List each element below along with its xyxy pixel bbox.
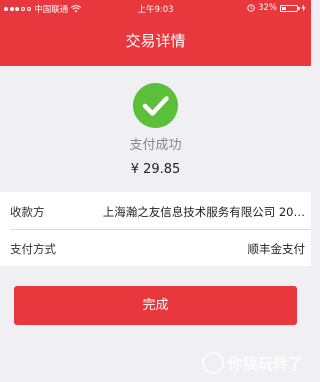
status-bar: 中国联通 上午9:03 32% xyxy=(0,0,311,16)
payment-amount: ¥ 29.85 xyxy=(130,162,181,177)
battery-percent: 32% xyxy=(258,3,277,13)
lightning-icon xyxy=(301,4,306,12)
status-bar-right: 32% xyxy=(247,3,306,13)
battery-icon xyxy=(280,4,300,12)
battery-level xyxy=(282,6,287,10)
transaction-details: 收款方 上海瀚之友信息技术服务有限公司 20… 支付方式 顺丰金支付 xyxy=(0,192,311,266)
payee-label: 收款方 xyxy=(10,205,45,219)
checkmark-icon xyxy=(133,83,178,128)
header-bar: 中国联通 上午9:03 32% 交易详情 xyxy=(0,0,311,66)
watermark: 你搞玩转了 xyxy=(201,352,303,374)
alarm-icon xyxy=(247,4,255,12)
detail-row-payee: 收款方 上海瀚之友信息技术服务有限公司 20… xyxy=(0,192,311,229)
watermark-logo-icon xyxy=(201,352,224,374)
detail-row-payment-method: 支付方式 顺丰金支付 xyxy=(0,229,311,266)
payee-value: 上海瀚之友信息技术服务有限公司 20… xyxy=(102,205,305,219)
done-button[interactable]: 完成 xyxy=(14,286,297,325)
watermark-text: 你搞玩转了 xyxy=(227,354,303,373)
payment-method-label: 支付方式 xyxy=(10,242,56,256)
payment-method-value: 顺丰金支付 xyxy=(247,242,306,256)
payment-status-text: 支付成功 xyxy=(129,138,182,153)
page-title: 交易详情 xyxy=(125,32,186,50)
